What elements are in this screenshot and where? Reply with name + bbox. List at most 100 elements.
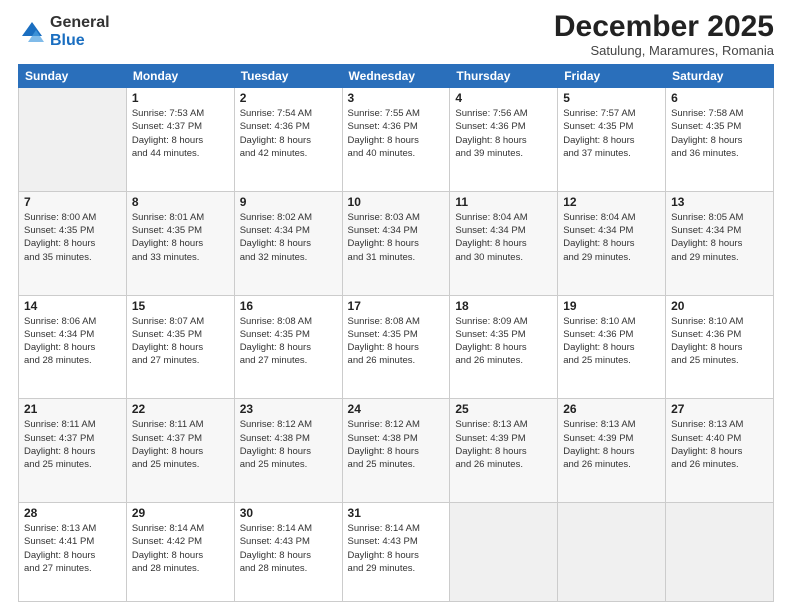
table-row: 29 Sunrise: 8:14 AMSunset: 4:42 PMDayligh… bbox=[126, 503, 234, 602]
table-row: 16 Sunrise: 8:08 AMSunset: 4:35 PMDayligh… bbox=[234, 295, 342, 399]
day-info: Sunrise: 8:00 AMSunset: 4:35 PMDaylight:… bbox=[24, 211, 121, 264]
calendar-table: Sunday Monday Tuesday Wednesday Thursday… bbox=[18, 64, 774, 602]
table-row: 4 Sunrise: 7:56 AMSunset: 4:36 PMDaylight… bbox=[450, 88, 558, 192]
table-row: 30 Sunrise: 8:14 AMSunset: 4:43 PMDayligh… bbox=[234, 503, 342, 602]
day-info: Sunrise: 8:09 AMSunset: 4:35 PMDaylight:… bbox=[455, 315, 552, 368]
logo-icon bbox=[18, 18, 46, 46]
table-row: 27 Sunrise: 8:13 AMSunset: 4:40 PMDayligh… bbox=[666, 399, 774, 503]
logo: General Blue bbox=[18, 14, 110, 49]
table-row: 6 Sunrise: 7:58 AMSunset: 4:35 PMDaylight… bbox=[666, 88, 774, 192]
table-row: 24Sunrise: 8:12 AMSunset: 4:38 PMDayligh… bbox=[342, 399, 450, 503]
table-row: 19 Sunrise: 8:10 AMSunset: 4:36 PMDayligh… bbox=[558, 295, 666, 399]
table-row: 13Sunrise: 8:05 AMSunset: 4:34 PMDayligh… bbox=[666, 191, 774, 295]
day-info: Sunrise: 8:11 AMSunset: 4:37 PMDaylight:… bbox=[132, 418, 229, 471]
day-number: 29 bbox=[132, 506, 229, 520]
day-info: Sunrise: 7:58 AMSunset: 4:35 PMDaylight:… bbox=[671, 107, 768, 160]
col-wednesday: Wednesday bbox=[342, 65, 450, 88]
table-row: 15 Sunrise: 8:07 AMSunset: 4:35 PMDayligh… bbox=[126, 295, 234, 399]
table-row: 1 Sunrise: 7:53 AMSunset: 4:37 PMDaylight… bbox=[126, 88, 234, 192]
day-number: 15 bbox=[132, 299, 229, 313]
table-row: 9 Sunrise: 8:02 AMSunset: 4:34 PMDaylight… bbox=[234, 191, 342, 295]
table-row: 17 Sunrise: 8:08 AMSunset: 4:35 PMDayligh… bbox=[342, 295, 450, 399]
day-number: 26 bbox=[563, 402, 660, 416]
day-info: Sunrise: 8:13 AMSunset: 4:40 PMDaylight:… bbox=[671, 418, 768, 471]
col-monday: Monday bbox=[126, 65, 234, 88]
day-number: 12 bbox=[563, 195, 660, 209]
day-info: Sunrise: 8:01 AMSunset: 4:35 PMDaylight:… bbox=[132, 211, 229, 264]
day-number: 19 bbox=[563, 299, 660, 313]
day-number: 9 bbox=[240, 195, 337, 209]
table-row: 23Sunrise: 8:12 AMSunset: 4:38 PMDayligh… bbox=[234, 399, 342, 503]
day-info: Sunrise: 8:06 AMSunset: 4:34 PMDaylight:… bbox=[24, 315, 121, 368]
calendar-header: Sunday Monday Tuesday Wednesday Thursday… bbox=[19, 65, 774, 88]
day-info: Sunrise: 8:04 AMSunset: 4:34 PMDaylight:… bbox=[563, 211, 660, 264]
day-number: 14 bbox=[24, 299, 121, 313]
day-info: Sunrise: 8:04 AMSunset: 4:34 PMDaylight:… bbox=[455, 211, 552, 264]
col-thursday: Thursday bbox=[450, 65, 558, 88]
day-info: Sunrise: 8:12 AMSunset: 4:38 PMDaylight:… bbox=[348, 418, 445, 471]
day-info: Sunrise: 8:14 AMSunset: 4:43 PMDaylight:… bbox=[240, 522, 337, 575]
col-friday: Friday bbox=[558, 65, 666, 88]
day-info: Sunrise: 8:13 AMSunset: 4:39 PMDaylight:… bbox=[455, 418, 552, 471]
table-row: 11 Sunrise: 8:04 AMSunset: 4:34 PMDayligh… bbox=[450, 191, 558, 295]
title-area: December 2025 Satulung, Maramures, Roman… bbox=[554, 10, 774, 58]
table-row bbox=[450, 503, 558, 602]
day-number: 6 bbox=[671, 91, 768, 105]
day-number: 23 bbox=[240, 402, 337, 416]
table-row: 5 Sunrise: 7:57 AMSunset: 4:35 PMDaylight… bbox=[558, 88, 666, 192]
day-number: 28 bbox=[24, 506, 121, 520]
day-info: Sunrise: 8:11 AMSunset: 4:37 PMDaylight:… bbox=[24, 418, 121, 471]
day-number: 4 bbox=[455, 91, 552, 105]
day-number: 2 bbox=[240, 91, 337, 105]
day-info: Sunrise: 8:03 AMSunset: 4:34 PMDaylight:… bbox=[348, 211, 445, 264]
day-number: 10 bbox=[348, 195, 445, 209]
table-row: 14 Sunrise: 8:06 AMSunset: 4:34 PMDayligh… bbox=[19, 295, 127, 399]
day-number: 18 bbox=[455, 299, 552, 313]
logo-text: General Blue bbox=[50, 14, 110, 49]
table-row: 21 Sunrise: 8:11 AMSunset: 4:37 PMDayligh… bbox=[19, 399, 127, 503]
day-number: 7 bbox=[24, 195, 121, 209]
calendar-body: 1 Sunrise: 7:53 AMSunset: 4:37 PMDaylight… bbox=[19, 88, 774, 602]
table-row: 2Sunrise: 7:54 AMSunset: 4:36 PMDaylight… bbox=[234, 88, 342, 192]
page: General Blue December 2025 Satulung, Mar… bbox=[0, 0, 792, 612]
day-number: 1 bbox=[132, 91, 229, 105]
day-info: Sunrise: 7:53 AMSunset: 4:37 PMDaylight:… bbox=[132, 107, 229, 160]
day-number: 22 bbox=[132, 402, 229, 416]
day-number: 11 bbox=[455, 195, 552, 209]
location-subtitle: Satulung, Maramures, Romania bbox=[554, 43, 774, 58]
table-row: 12 Sunrise: 8:04 AMSunset: 4:34 PMDayligh… bbox=[558, 191, 666, 295]
table-row: 8 Sunrise: 8:01 AMSunset: 4:35 PMDaylight… bbox=[126, 191, 234, 295]
day-info: Sunrise: 8:08 AMSunset: 4:35 PMDaylight:… bbox=[348, 315, 445, 368]
table-row: 3Sunrise: 7:55 AMSunset: 4:36 PMDaylight… bbox=[342, 88, 450, 192]
day-info: Sunrise: 8:02 AMSunset: 4:34 PMDaylight:… bbox=[240, 211, 337, 264]
day-info: Sunrise: 8:10 AMSunset: 4:36 PMDaylight:… bbox=[563, 315, 660, 368]
table-row: 22 Sunrise: 8:11 AMSunset: 4:37 PMDayligh… bbox=[126, 399, 234, 503]
day-number: 21 bbox=[24, 402, 121, 416]
day-number: 25 bbox=[455, 402, 552, 416]
header-row: Sunday Monday Tuesday Wednesday Thursday… bbox=[19, 65, 774, 88]
day-number: 3 bbox=[348, 91, 445, 105]
day-info: Sunrise: 7:56 AMSunset: 4:36 PMDaylight:… bbox=[455, 107, 552, 160]
table-row: 7 Sunrise: 8:00 AMSunset: 4:35 PMDaylight… bbox=[19, 191, 127, 295]
table-row bbox=[558, 503, 666, 602]
day-info: Sunrise: 8:13 AMSunset: 4:39 PMDaylight:… bbox=[563, 418, 660, 471]
day-info: Sunrise: 8:13 AMSunset: 4:41 PMDaylight:… bbox=[24, 522, 121, 575]
day-info: Sunrise: 8:07 AMSunset: 4:35 PMDaylight:… bbox=[132, 315, 229, 368]
day-number: 27 bbox=[671, 402, 768, 416]
day-info: Sunrise: 8:14 AMSunset: 4:42 PMDaylight:… bbox=[132, 522, 229, 575]
day-info: Sunrise: 8:08 AMSunset: 4:35 PMDaylight:… bbox=[240, 315, 337, 368]
day-number: 17 bbox=[348, 299, 445, 313]
day-number: 20 bbox=[671, 299, 768, 313]
day-number: 8 bbox=[132, 195, 229, 209]
day-info: Sunrise: 8:10 AMSunset: 4:36 PMDaylight:… bbox=[671, 315, 768, 368]
day-info: Sunrise: 8:14 AMSunset: 4:43 PMDaylight:… bbox=[348, 522, 445, 575]
day-number: 5 bbox=[563, 91, 660, 105]
table-row bbox=[19, 88, 127, 192]
day-number: 30 bbox=[240, 506, 337, 520]
day-info: Sunrise: 7:57 AMSunset: 4:35 PMDaylight:… bbox=[563, 107, 660, 160]
table-row bbox=[666, 503, 774, 602]
table-row: 26 Sunrise: 8:13 AMSunset: 4:39 PMDayligh… bbox=[558, 399, 666, 503]
col-tuesday: Tuesday bbox=[234, 65, 342, 88]
table-row: 10 Sunrise: 8:03 AMSunset: 4:34 PMDayligh… bbox=[342, 191, 450, 295]
day-number: 16 bbox=[240, 299, 337, 313]
